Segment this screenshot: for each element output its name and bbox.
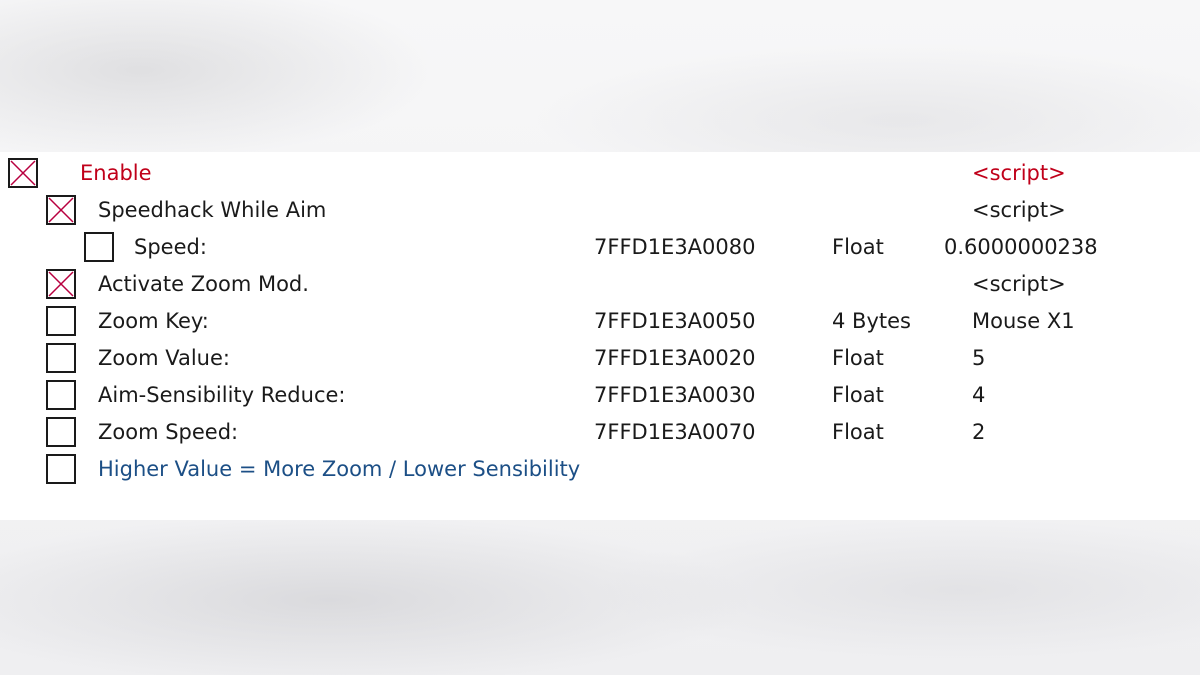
row-type: Float bbox=[832, 346, 884, 370]
table-row-zoom-value[interactable]: Zoom Value: 7FFD1E3A0020 Float 5 bbox=[0, 340, 1200, 377]
checked-checkbox-icon[interactable] bbox=[46, 195, 76, 225]
row-address: 7FFD1E3A0050 bbox=[594, 309, 756, 333]
row-address: 7FFD1E3A0080 bbox=[594, 235, 756, 259]
table-row-enable[interactable]: Enable <script> bbox=[0, 155, 1200, 192]
row-value[interactable]: Mouse X1 bbox=[972, 303, 1075, 340]
row-value[interactable]: 5 bbox=[972, 340, 985, 377]
row-description: Higher Value = More Zoom / Lower Sensibi… bbox=[98, 457, 581, 481]
table-row-speedhack-while-aim[interactable]: Speedhack While Aim <script> bbox=[0, 192, 1200, 229]
unchecked-checkbox-icon[interactable] bbox=[46, 343, 76, 373]
row-description: Speedhack While Aim bbox=[98, 198, 327, 222]
table-row-zoom-key[interactable]: Zoom Key: 7FFD1E3A0050 4 Bytes Mouse X1 bbox=[0, 303, 1200, 340]
row-description: Zoom Speed: bbox=[98, 420, 239, 444]
table-row-zoom-speed[interactable]: Zoom Speed: 7FFD1E3A0070 Float 2 bbox=[0, 414, 1200, 451]
checked-checkbox-icon[interactable] bbox=[46, 269, 76, 299]
row-value[interactable]: <script> bbox=[972, 192, 1066, 229]
table-row-note[interactable]: Higher Value = More Zoom / Lower Sensibi… bbox=[0, 451, 1200, 488]
row-description: Activate Zoom Mod. bbox=[98, 272, 309, 296]
row-description: Speed: bbox=[134, 235, 207, 259]
row-value[interactable]: 4 bbox=[972, 377, 985, 414]
checked-checkbox-icon[interactable] bbox=[8, 158, 38, 188]
unchecked-checkbox-icon[interactable] bbox=[46, 417, 76, 447]
row-description: Aim-Sensibility Reduce: bbox=[98, 383, 346, 407]
table-row-activate-zoom-mod[interactable]: Activate Zoom Mod. <script> bbox=[0, 266, 1200, 303]
row-description: Zoom Value: bbox=[98, 346, 230, 370]
unchecked-checkbox-icon[interactable] bbox=[46, 380, 76, 410]
cheat-table-panel: Enable <script> Speedhack While Aim <scr… bbox=[0, 152, 1200, 520]
row-address: 7FFD1E3A0070 bbox=[594, 420, 756, 444]
row-address: 7FFD1E3A0020 bbox=[594, 346, 756, 370]
row-description: Enable bbox=[80, 161, 152, 185]
unchecked-checkbox-icon[interactable] bbox=[84, 232, 114, 262]
row-value[interactable]: 2 bbox=[972, 414, 985, 451]
row-address: 7FFD1E3A0030 bbox=[594, 383, 756, 407]
row-description: Zoom Key: bbox=[98, 309, 209, 333]
row-type: 4 Bytes bbox=[832, 309, 911, 333]
row-type: Float bbox=[832, 383, 884, 407]
unchecked-checkbox-icon[interactable] bbox=[46, 306, 76, 336]
table-row-speed[interactable]: Speed: 7FFD1E3A0080 Float 0.6000000238 bbox=[0, 229, 1200, 266]
table-row-aim-sensibility-reduce[interactable]: Aim-Sensibility Reduce: 7FFD1E3A0030 Flo… bbox=[0, 377, 1200, 414]
row-value[interactable]: <script> bbox=[972, 155, 1066, 192]
unchecked-checkbox-icon[interactable] bbox=[46, 454, 76, 484]
row-type: Float bbox=[832, 420, 884, 444]
row-type: Float bbox=[832, 235, 884, 259]
row-value[interactable]: 0.6000000238 bbox=[944, 229, 1098, 266]
row-value[interactable]: <script> bbox=[972, 266, 1066, 303]
